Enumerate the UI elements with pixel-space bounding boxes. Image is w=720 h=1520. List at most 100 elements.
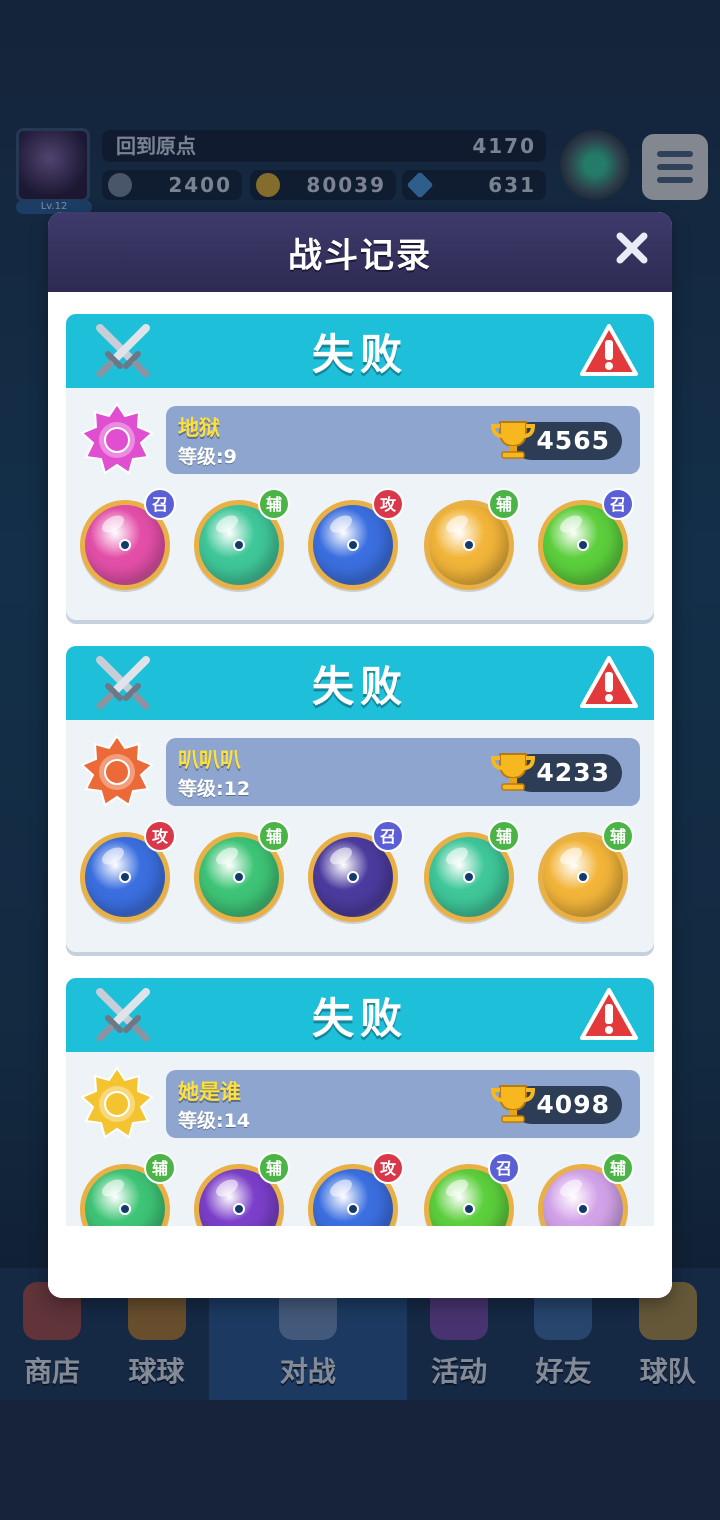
battle-record-card[interactable]: 失败 地狱 等级:9 4565 召 辅 攻 辅 召 xyxy=(66,314,654,620)
opponent-level: 等级:14 xyxy=(178,1110,251,1132)
ball-core xyxy=(233,1203,245,1215)
ball-shine xyxy=(213,843,241,869)
ball-shine xyxy=(557,1175,585,1201)
trophy-icon xyxy=(490,1085,536,1123)
ball-slot[interactable]: 召 xyxy=(74,488,178,594)
rank-medal-icon xyxy=(80,734,154,807)
rank-medal-icon xyxy=(80,402,154,475)
ball-core xyxy=(577,539,589,551)
ball-role-badge: 辅 xyxy=(258,488,290,520)
ball-shine xyxy=(327,1175,355,1201)
crossed-swords-icon xyxy=(96,324,150,378)
ball-lineup: 攻 辅 召 辅 辅 xyxy=(74,820,646,932)
warning-icon[interactable] xyxy=(578,322,640,380)
ball-core xyxy=(233,539,245,551)
ball-role-badge: 召 xyxy=(144,488,176,520)
record-result: 失败 xyxy=(311,993,408,1043)
ball-shine xyxy=(327,843,355,869)
ball-core xyxy=(463,871,475,883)
ball-role-badge: 攻 xyxy=(372,488,404,520)
opponent-info: 地狱 等级:9 4565 xyxy=(166,406,640,474)
ball-role-badge: 辅 xyxy=(258,820,290,852)
opponent-level: 等级:9 xyxy=(178,446,237,468)
ball-slot[interactable]: 辅 xyxy=(418,820,522,926)
ball-slot[interactable]: 攻 xyxy=(74,820,178,926)
ball-role-badge: 辅 xyxy=(144,1152,176,1184)
record-list[interactable]: 失败 地狱 等级:9 4565 召 辅 攻 辅 召 失败 叭叭叭 等级:12 4… xyxy=(48,292,672,1226)
opponent-info: 她是谁 等级:14 4098 xyxy=(166,1070,640,1138)
ball-lineup: 辅 辅 攻 召 辅 xyxy=(74,1152,646,1226)
ball-slot[interactable]: 召 xyxy=(302,820,406,926)
warning-icon[interactable] xyxy=(578,654,640,712)
ball-core xyxy=(119,539,131,551)
opponent-name: 她是谁 xyxy=(178,1080,241,1104)
ball-shine xyxy=(99,1175,127,1201)
ball-role-badge: 辅 xyxy=(258,1152,290,1184)
ball-shine xyxy=(213,1175,241,1201)
ball-core xyxy=(119,1203,131,1215)
battle-record-card[interactable]: 失败 叭叭叭 等级:12 4233 攻 辅 召 辅 辅 xyxy=(66,646,654,952)
ball-slot[interactable]: 辅 xyxy=(188,820,292,926)
ball-role-badge: 召 xyxy=(372,820,404,852)
record-header: 失败 xyxy=(66,978,654,1052)
ball-slot[interactable]: 辅 xyxy=(188,1152,292,1226)
ball-core xyxy=(463,539,475,551)
opponent-name: 地狱 xyxy=(178,416,220,440)
ball-shine xyxy=(557,843,585,869)
ball-shine xyxy=(213,511,241,537)
crossed-swords-icon xyxy=(96,988,150,1042)
ball-core xyxy=(119,871,131,883)
ball-role-badge: 辅 xyxy=(602,1152,634,1184)
close-button[interactable] xyxy=(610,226,654,270)
screen-bottom-area xyxy=(0,1400,720,1520)
trophy-icon xyxy=(490,421,536,459)
record-result: 失败 xyxy=(311,329,408,379)
ball-core xyxy=(347,871,359,883)
trophy-icon xyxy=(490,753,536,791)
ball-core xyxy=(347,1203,359,1215)
ball-role-badge: 攻 xyxy=(372,1152,404,1184)
ball-role-badge: 辅 xyxy=(488,488,520,520)
ball-shine xyxy=(443,511,471,537)
ball-role-badge: 攻 xyxy=(144,820,176,852)
ball-shine xyxy=(99,511,127,537)
ball-slot[interactable]: 辅 xyxy=(74,1152,178,1226)
ball-core xyxy=(347,539,359,551)
ball-slot[interactable]: 辅 xyxy=(188,488,292,594)
opponent-name: 叭叭叭 xyxy=(178,748,241,772)
ball-shine xyxy=(99,843,127,869)
battle-record-modal: 战斗记录 失败 地狱 等级:9 4565 召 辅 攻 辅 召 失败 叭叭叭 等级… xyxy=(48,212,672,1298)
ball-lineup: 召 辅 攻 辅 召 xyxy=(74,488,646,600)
ball-shine xyxy=(557,511,585,537)
close-icon xyxy=(616,232,648,264)
ball-role-badge: 辅 xyxy=(488,820,520,852)
ball-core xyxy=(577,871,589,883)
ball-slot[interactable]: 召 xyxy=(532,488,636,594)
ball-shine xyxy=(443,843,471,869)
ball-role-badge: 辅 xyxy=(602,820,634,852)
ball-core xyxy=(463,1203,475,1215)
ball-core xyxy=(577,1203,589,1215)
crossed-swords-icon xyxy=(96,656,150,710)
opponent-info: 叭叭叭 等级:12 4233 xyxy=(166,738,640,806)
ball-slot[interactable]: 辅 xyxy=(532,1152,636,1226)
ball-slot[interactable]: 辅 xyxy=(418,488,522,594)
ball-role-badge: 召 xyxy=(602,488,634,520)
modal-footer xyxy=(48,1226,672,1298)
record-result: 失败 xyxy=(311,661,408,711)
ball-slot[interactable]: 攻 xyxy=(302,1152,406,1226)
ball-core xyxy=(233,871,245,883)
modal-title: 战斗记录 xyxy=(288,235,432,276)
ball-shine xyxy=(327,511,355,537)
record-header: 失败 xyxy=(66,646,654,720)
ball-slot[interactable]: 辅 xyxy=(532,820,636,926)
warning-icon[interactable] xyxy=(578,986,640,1044)
modal-header: 战斗记录 xyxy=(48,212,672,292)
ball-slot[interactable]: 攻 xyxy=(302,488,406,594)
record-header: 失败 xyxy=(66,314,654,388)
ball-slot[interactable]: 召 xyxy=(418,1152,522,1226)
battle-record-card[interactable]: 失败 她是谁 等级:14 4098 辅 辅 攻 召 辅 xyxy=(66,978,654,1226)
opponent-level: 等级:12 xyxy=(178,778,251,800)
ball-shine xyxy=(443,1175,471,1201)
rank-medal-icon xyxy=(80,1066,154,1139)
